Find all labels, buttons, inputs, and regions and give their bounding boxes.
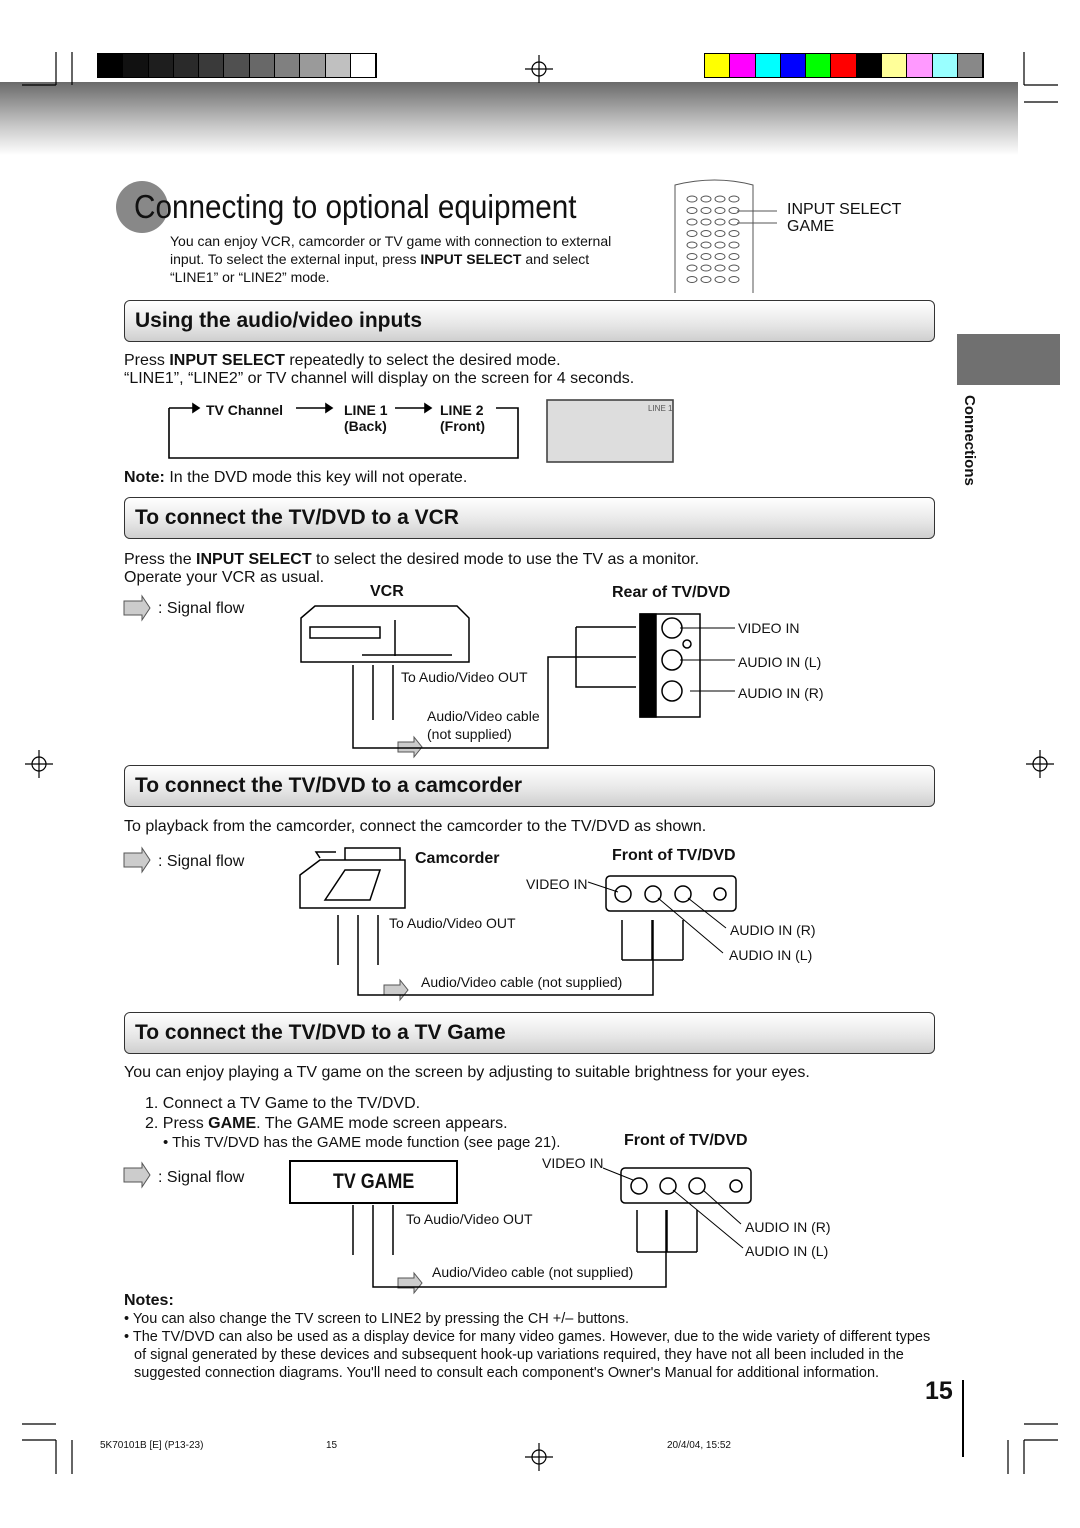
out-label: To Audio/Video OUT: [401, 669, 528, 685]
remote-button: [686, 218, 698, 226]
signal-flow-legend: : Signal flow: [158, 600, 245, 617]
remote-button: [728, 218, 740, 226]
signal-flow-legend: : Signal flow: [158, 853, 245, 870]
remote-button: [686, 207, 698, 214]
remote-button: [714, 218, 726, 226]
remote-button: [700, 218, 712, 226]
s3-text: To playback from the camcorder, connect …: [124, 818, 707, 835]
rear-label: Rear of TV/DVD: [612, 584, 731, 601]
remote-button: [686, 230, 698, 237]
s1-note: Note: In the DVD mode this key will not …: [124, 469, 468, 486]
flow-line1: LINE 1 (Back): [344, 402, 388, 434]
audio-r-label: AUDIO IN (R): [738, 685, 824, 701]
remote-illustration: [674, 179, 777, 293]
screen-osd: LINE 1: [648, 404, 673, 413]
camcorder-label: Camcorder: [415, 850, 500, 867]
remote-button: [700, 230, 712, 237]
section-heading: To connect the TV/DVD to a VCR: [124, 497, 935, 539]
section-heading: Using the audio/video inputs: [124, 300, 935, 342]
video-in-label: VIDEO IN: [526, 876, 588, 892]
remote-button: [728, 195, 740, 203]
notes-title: Notes:: [124, 1292, 174, 1309]
audio-l-label: AUDIO IN (L): [745, 1243, 829, 1259]
remote-button: [686, 253, 698, 260]
remote-button: [700, 264, 712, 272]
cable-label: Audio/Video cable (not supplied): [427, 708, 540, 742]
flow-tv-channel: TV Channel: [206, 402, 284, 418]
remote-button: [728, 253, 740, 260]
page-title: Connecting to optional equipment: [134, 188, 577, 225]
s2-text: Press the INPUT SELECT to select the des…: [124, 551, 700, 586]
remote-button: [686, 241, 698, 249]
audio-r-label: AUDIO IN (R): [745, 1219, 831, 1235]
remote-button: [728, 264, 740, 272]
remote-button: [686, 276, 698, 283]
flow-line2: LINE 2 (Front): [440, 402, 486, 434]
remote-button: [700, 241, 712, 249]
footer-page: 15: [326, 1440, 338, 1451]
out-label: To Audio/Video OUT: [406, 1211, 533, 1227]
front-label: Front of TV/DVD: [624, 1132, 748, 1149]
remote-button: [700, 195, 712, 203]
vcr-label: VCR: [370, 583, 404, 600]
footer-date: 20/4/04, 15:52: [667, 1440, 731, 1451]
s4-text: You can enjoy playing a TV game on the s…: [124, 1064, 810, 1081]
remote-button: [728, 230, 740, 237]
section-heading: To connect the TV/DVD to a TV Game: [124, 1012, 935, 1054]
audio-l-label: AUDIO IN (L): [738, 654, 822, 670]
s4-steps: 1. Connect a TV Game to the TV/DVD. 2. Pr…: [145, 1095, 508, 1132]
remote-button: [714, 195, 726, 203]
signal-flow-legend: : Signal flow: [158, 1169, 245, 1186]
audio-l-label: AUDIO IN (L): [729, 947, 813, 963]
cable-label: Audio/Video cable (not supplied): [421, 974, 623, 990]
remote-button: [714, 253, 726, 260]
video-in-label: VIDEO IN: [738, 620, 800, 636]
s4-bullet: • This TV/DVD has the GAME mode function…: [163, 1134, 561, 1151]
remote-button: [686, 195, 698, 203]
footer-code: 5K70101B [E] (P13-23): [100, 1440, 204, 1451]
remote-button: [714, 241, 726, 249]
remote-button: [714, 230, 726, 237]
video-in-label: VIDEO IN: [542, 1155, 604, 1171]
out-label: To Audio/Video OUT: [389, 915, 516, 931]
cable-label: Audio/Video cable (not supplied): [432, 1264, 634, 1280]
remote-button: [686, 264, 698, 272]
notes-list: • You can also change the TV screen to L…: [124, 1311, 931, 1381]
front-label: Front of TV/DVD: [612, 847, 736, 864]
remote-button: [714, 276, 726, 283]
remote-button: [728, 241, 740, 249]
remote-button: [714, 264, 726, 272]
camcorder-illustration: [299, 847, 737, 996]
audio-r-label: AUDIO IN (R): [730, 922, 816, 938]
remote-button: [700, 276, 712, 283]
remote-labels: INPUT SELECT GAME: [787, 201, 902, 235]
section-tab-label: Connections: [961, 395, 978, 486]
remote-button: [728, 276, 740, 283]
remote-button: [700, 207, 712, 214]
s1-text: Press INPUT SELECT repeatedly to select …: [124, 352, 635, 387]
section-tab[interactable]: [957, 334, 1060, 385]
page-number: 15: [925, 1377, 953, 1405]
tvgame-label: TV GAME: [333, 1170, 415, 1193]
remote-button: [714, 207, 726, 214]
section-heading: To connect the TV/DVD to a camcorder: [124, 765, 935, 807]
intro-text: You can enjoy VCR, camcorder or TV game …: [170, 233, 612, 285]
remote-button: [700, 253, 712, 260]
